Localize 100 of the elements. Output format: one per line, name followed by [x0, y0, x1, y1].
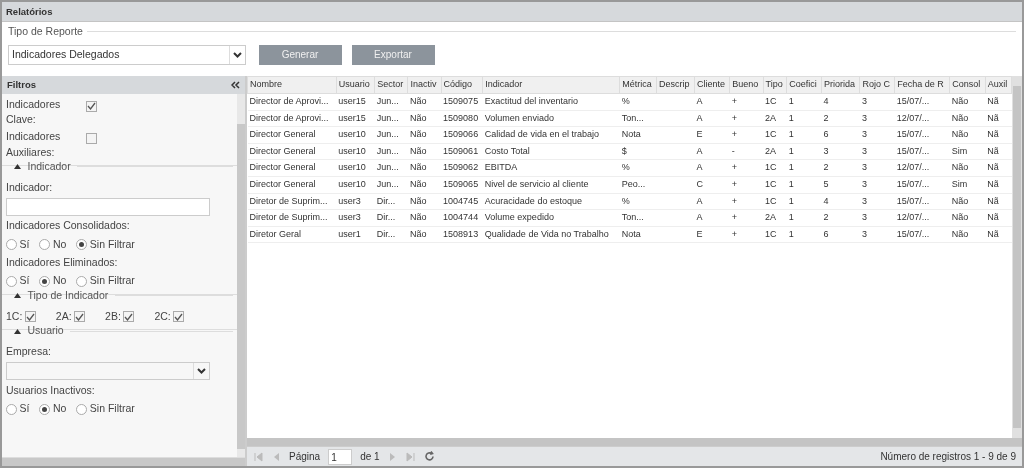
table-cell: 4: [821, 93, 860, 111]
table-cell: 15/07/...: [894, 126, 950, 144]
column-header[interactable]: Usuario: [336, 76, 375, 94]
checkbox[interactable]: [74, 311, 86, 322]
radio-label: No: [52, 273, 67, 289]
scrollbar[interactable]: [237, 94, 245, 457]
table-cell: Peo...: [619, 176, 657, 194]
table-cell: +: [729, 176, 763, 194]
table-cell: 3: [860, 193, 895, 210]
collapse-arrow-icon[interactable]: [14, 293, 21, 299]
refresh-icon[interactable]: [423, 451, 435, 462]
page-field[interactable]: 1: [328, 448, 353, 465]
column-header[interactable]: Indicador: [482, 76, 620, 94]
collapse-arrow-icon[interactable]: [14, 328, 21, 334]
text-field[interactable]: [6, 197, 210, 216]
table-cell: Não: [407, 143, 442, 160]
checkbox[interactable]: [24, 311, 36, 322]
table-cell: Não: [407, 93, 442, 111]
table-cell: A: [694, 93, 730, 111]
column-header[interactable]: Código: [441, 76, 483, 94]
checkbox[interactable]: [86, 133, 97, 145]
column-header[interactable]: Auxil: [985, 76, 1012, 94]
table-cell: Dir...: [374, 209, 408, 227]
radio-button[interactable]: [39, 239, 51, 250]
page-label: Página: [289, 450, 321, 464]
table-cell: 5: [821, 176, 860, 194]
radio-button[interactable]: [76, 239, 88, 250]
column-header[interactable]: Descrip: [656, 76, 695, 94]
column-header[interactable]: Coefici: [786, 76, 822, 94]
field-label: Indicador:: [6, 179, 54, 195]
checkbox[interactable]: [86, 100, 97, 112]
check-icon: [25, 312, 35, 321]
column-header[interactable]: Cliente: [694, 76, 730, 94]
column-header[interactable]: Métrica: [619, 76, 657, 94]
table-cell: Não: [407, 110, 442, 127]
table-cell: 2: [821, 159, 860, 177]
table-cell: Jun...: [374, 143, 408, 160]
table-cell: 2: [821, 110, 860, 127]
checkbox-label: Indicadores Auxiliares:: [6, 129, 62, 160]
table-cell: $: [619, 143, 657, 160]
checkbox[interactable]: [123, 311, 135, 322]
column-header[interactable]: Tipo: [763, 76, 787, 94]
column-header[interactable]: Fecha de R: [894, 76, 950, 94]
table-cell: 1C: [763, 193, 787, 210]
checkbox[interactable]: [173, 311, 185, 322]
table-cell: Jun...: [374, 110, 408, 127]
scrollbar[interactable]: [2, 457, 245, 466]
radio-button[interactable]: [39, 403, 51, 415]
column-header[interactable]: Bueno: [729, 76, 763, 94]
table-cell: Jun...: [374, 159, 408, 177]
report-type-select[interactable]: Indicadores Delegados: [8, 44, 246, 65]
table-cell: 15/07/...: [894, 226, 950, 243]
column-header[interactable]: Consol: [949, 76, 986, 94]
table-cell: Director de Aprovi...: [247, 93, 337, 111]
table-cell: -: [729, 143, 763, 160]
radio-button[interactable]: [76, 403, 88, 415]
radio-button[interactable]: [6, 403, 17, 415]
table-cell: user1: [336, 226, 375, 243]
last-page-icon[interactable]: [405, 451, 416, 462]
table-cell: Ton...: [619, 209, 657, 227]
table-cell: +: [729, 110, 763, 127]
table-cell: Nota: [619, 226, 657, 243]
table-cell: A: [694, 110, 730, 127]
column-header[interactable]: Inactiv: [407, 76, 442, 94]
scrollbar[interactable]: [247, 438, 1022, 446]
table-cell: 3: [860, 126, 895, 144]
table-cell: Não: [949, 209, 986, 227]
table-cell: 6: [821, 226, 860, 243]
table-cell: 1509075: [441, 93, 483, 111]
table-cell: Costo Total: [482, 143, 620, 160]
table-cell: Sim: [949, 176, 986, 194]
table-cell: Qualidade de Vida no Trabalho: [482, 226, 620, 243]
section-legend: Tipo de Indicador: [25, 287, 111, 304]
radio-button[interactable]: [6, 275, 17, 287]
column-header[interactable]: Nombre: [247, 76, 337, 94]
section-legend: Indicador: [25, 158, 74, 175]
collapse-icon[interactable]: [231, 81, 240, 89]
radio-label: Sin Filtrar: [89, 236, 135, 252]
radio-button[interactable]: [76, 275, 88, 287]
table-cell: %: [619, 159, 657, 177]
collapse-arrow-icon[interactable]: [14, 164, 21, 170]
company-select[interactable]: [6, 362, 210, 381]
table-cell: Não: [407, 226, 442, 243]
table-cell: 12/07/...: [894, 209, 950, 227]
column-header[interactable]: Sector: [374, 76, 408, 94]
table-cell: 1C: [763, 226, 787, 243]
table-cell: 2A: [763, 209, 787, 227]
table-cell: Director General: [247, 143, 337, 160]
table-cell: EBITDA: [482, 159, 620, 177]
table-cell: Não: [949, 159, 986, 177]
first-page-icon[interactable]: [253, 451, 263, 462]
column-header[interactable]: Priorida: [821, 76, 860, 94]
table-cell: 3: [860, 159, 895, 177]
radio-button[interactable]: [6, 239, 17, 250]
column-header[interactable]: Rojo C: [860, 76, 895, 94]
radio-button[interactable]: [39, 275, 51, 287]
table-cell: Não: [949, 110, 986, 127]
scrollbar[interactable]: [1012, 76, 1022, 438]
window-title: Relatórios: [2, 2, 1022, 22]
table-cell: Jun...: [374, 126, 408, 144]
